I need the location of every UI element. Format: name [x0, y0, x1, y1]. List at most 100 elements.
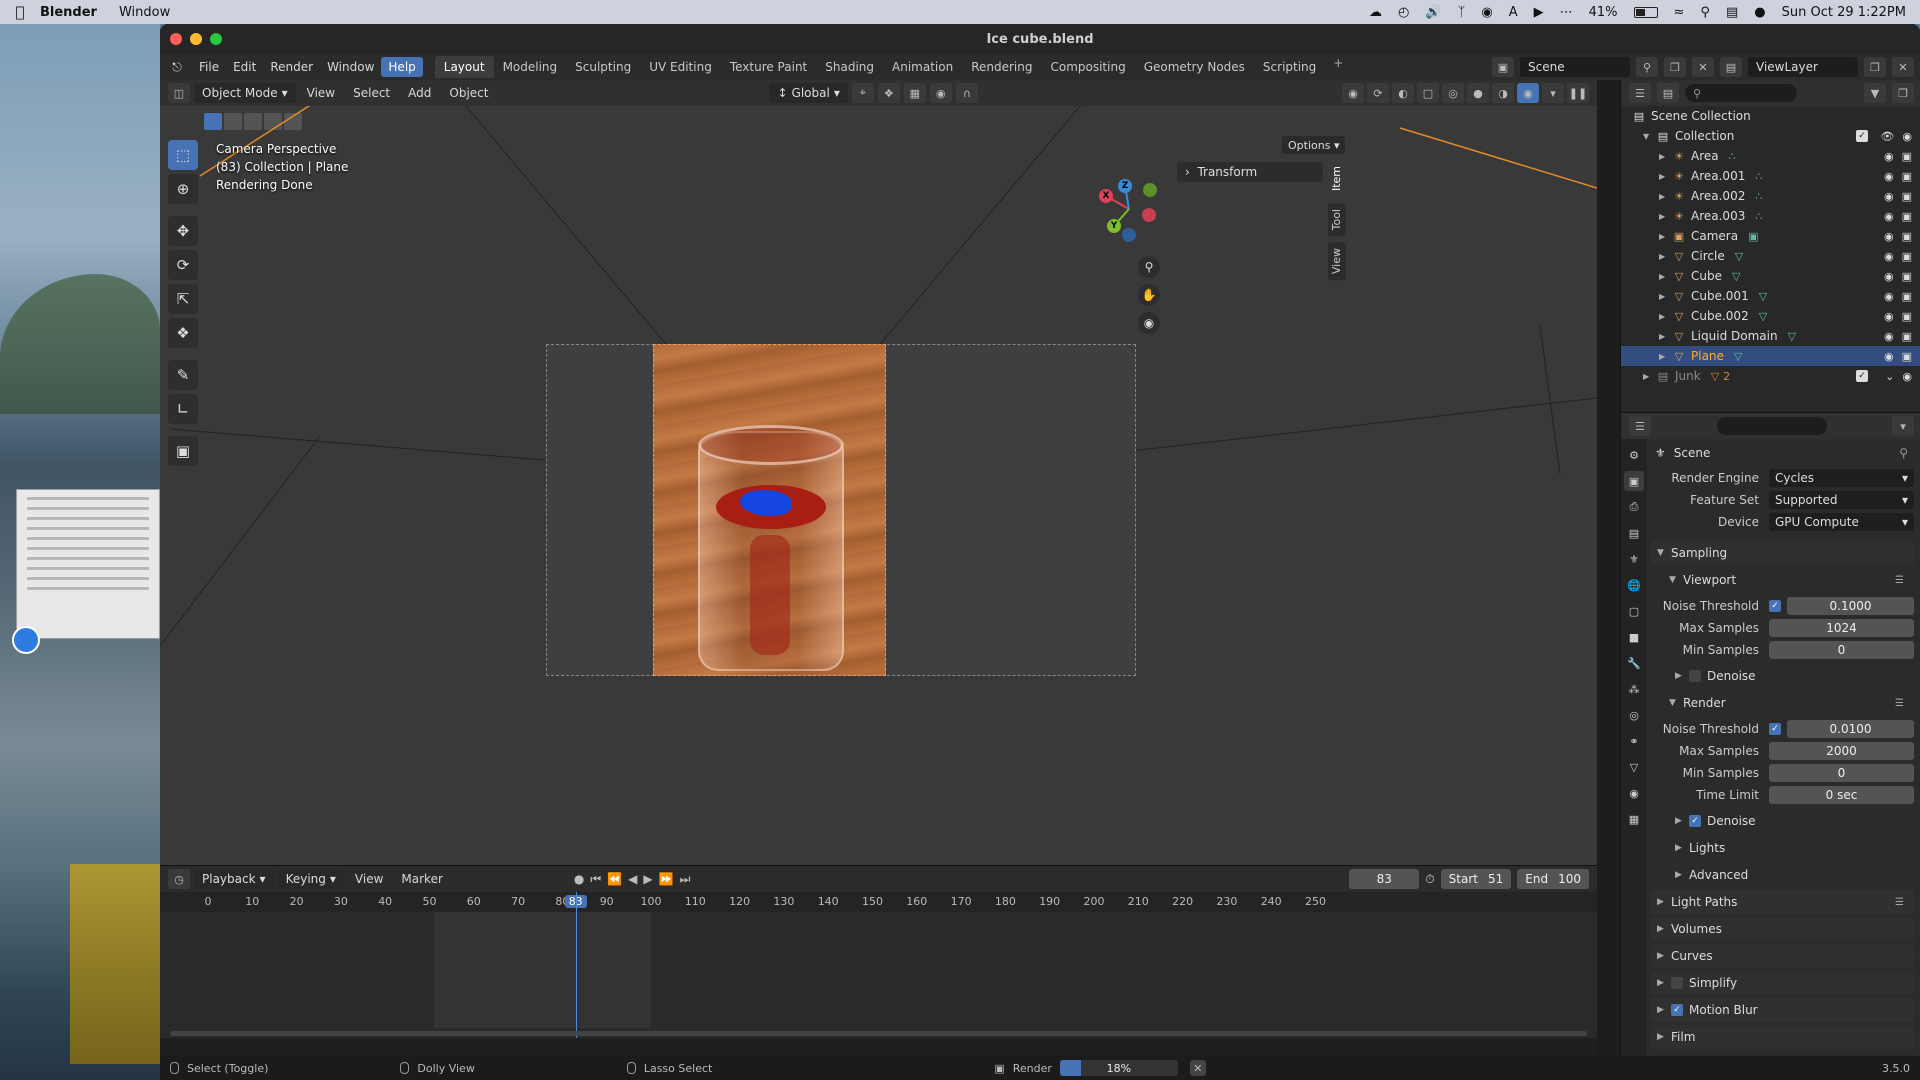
outliner-search-input[interactable]: ⚲	[1685, 84, 1797, 102]
tab-modeling[interactable]: Modeling	[494, 56, 567, 78]
gizmo-x-axis[interactable]: X	[1099, 189, 1113, 203]
modifier-tab-icon[interactable]: 🔧	[1624, 653, 1644, 673]
rendered-shading-icon[interactable]: ◉	[1517, 83, 1539, 103]
chevron-down-icon[interactable]: ▼	[1643, 132, 1655, 141]
render-camera-icon[interactable]: ▣	[1902, 350, 1912, 363]
menu-extras-icon[interactable]: ⋯	[1560, 5, 1573, 20]
navigation-gizmo[interactable]: X Z Y	[1094, 174, 1164, 244]
render-max-samples-field[interactable]: 2000	[1769, 742, 1914, 760]
chevron-right-icon[interactable]: ▶	[1643, 372, 1655, 381]
new-view-layer-icon[interactable]: ❐	[1864, 57, 1886, 77]
object-data-icons[interactable]: ∴	[1755, 170, 1762, 183]
film-panel-header[interactable]: ▶ Film	[1651, 1025, 1914, 1049]
render-noise-threshold-field[interactable]: 0.0100	[1787, 720, 1914, 738]
next-keyframe-icon[interactable]: ⏩	[659, 872, 674, 886]
chevron-right-icon[interactable]: ▶	[1659, 212, 1671, 221]
menu-window[interactable]: Window	[320, 57, 381, 77]
falloff-icon[interactable]: ∩	[955, 83, 978, 103]
zoom-window-button[interactable]	[210, 33, 222, 45]
render-denoise-header[interactable]: ▶ ✓ Denoise	[1651, 809, 1914, 833]
rendered-camera-view[interactable]	[653, 344, 886, 676]
object-data-icons[interactable]: ∴	[1755, 210, 1762, 223]
feature-set-dropdown[interactable]: Supported ▾	[1769, 491, 1914, 509]
eye-icon[interactable]: ◉	[1884, 210, 1894, 223]
filter-icon[interactable]: ▼	[1864, 83, 1886, 103]
tab-rendering[interactable]: Rendering	[962, 56, 1041, 78]
timeline-tracks[interactable]	[160, 892, 1597, 1038]
sidebar-tab-tool[interactable]: Tool	[1328, 203, 1346, 237]
blender-logo-icon[interactable]: ⎋	[166, 60, 188, 75]
jump-end-icon[interactable]: ⏭	[680, 872, 691, 887]
pause-render-icon[interactable]: ❚❚	[1567, 83, 1589, 103]
orientation-dropdown[interactable]: ↕ Global ▾	[769, 83, 848, 103]
eye-icon[interactable]: ◉	[1884, 330, 1894, 343]
play-icon[interactable]: ▶	[1534, 5, 1544, 20]
motion-blur-panel-header[interactable]: ▶ ✓ Motion Blur	[1651, 998, 1914, 1022]
eye-icon[interactable]: ◉	[1884, 350, 1894, 363]
render-tab-icon[interactable]: ▣	[1624, 471, 1644, 491]
prev-keyframe-icon[interactable]: ⏪	[607, 872, 622, 886]
playhead[interactable]	[575, 892, 577, 1038]
jump-start-icon[interactable]: ⏮	[590, 872, 601, 887]
viewport-max-samples-field[interactable]: 1024	[1769, 619, 1914, 637]
render-camera-icon[interactable]: ▣	[1902, 210, 1912, 223]
add-workspace-icon[interactable]: +	[1325, 56, 1351, 78]
chevron-right-icon[interactable]: ▶	[1659, 312, 1671, 321]
render-camera-icon[interactable]: ▣	[1902, 310, 1912, 323]
safari-icon[interactable]	[12, 626, 40, 654]
chevron-right-icon[interactable]: ▶	[1659, 252, 1671, 261]
annotate-tool-icon[interactable]: ✎	[168, 360, 198, 390]
particles-tab-icon[interactable]: ⁂	[1624, 679, 1644, 699]
current-frame-field[interactable]: 83	[1349, 869, 1420, 889]
spotlight-search-icon[interactable]: ⚲	[1700, 5, 1710, 20]
chevron-right-icon[interactable]: ▶	[1659, 152, 1671, 161]
select-box-tool-icon[interactable]: ⬚	[168, 140, 198, 170]
cursor-tool-icon[interactable]: ⊕	[168, 174, 198, 204]
object-data-icons[interactable]: ∴	[1755, 190, 1762, 203]
scene-tab-icon[interactable]: ⚜	[1624, 549, 1644, 569]
chevron-right-icon[interactable]: ▶	[1659, 352, 1671, 361]
frame-ruler[interactable]: 0 10 20 30 40 50 60 70 80 90 100 110 120 130 140 150 160…	[160, 892, 1597, 912]
viewport-denoise-header[interactable]: ▶ Denoise	[1651, 664, 1914, 688]
render-camera-icon[interactable]: ▣	[1902, 290, 1912, 303]
timeline-menu-view[interactable]: View	[348, 870, 390, 888]
render-denoise-checkbox[interactable]: ✓	[1689, 815, 1701, 827]
gizmo-y-axis[interactable]: Y	[1107, 219, 1121, 233]
properties-options-icon[interactable]: ▾	[1892, 416, 1914, 436]
measure-tool-icon[interactable]: ∟	[168, 394, 198, 424]
object-tab-icon[interactable]: ■	[1624, 627, 1644, 647]
camera-view-icon[interactable]: ◉	[1138, 312, 1160, 334]
chevron-right-icon[interactable]: ▶	[1659, 292, 1671, 301]
3d-viewport[interactable]: ◫ Object Mode ▾ View Select Add Object ↕ G…	[160, 80, 1597, 865]
transform-panel-header[interactable]: › Transform	[1177, 162, 1323, 182]
eye-icon[interactable]: ◉	[1884, 150, 1894, 163]
device-dropdown[interactable]: GPU Compute ▾	[1769, 513, 1914, 531]
presets-list-icon[interactable]: ☰	[1895, 575, 1904, 586]
mac-menu-window[interactable]: Window	[119, 5, 170, 20]
menu-render[interactable]: Render	[263, 57, 320, 77]
render-camera-icon[interactable]: ▣	[1902, 150, 1912, 163]
add-cube-tool-icon[interactable]: ▣	[168, 436, 198, 466]
viewport-noise-threshold-field[interactable]: 0.1000	[1787, 597, 1914, 615]
background-window-thumbnail[interactable]	[16, 489, 160, 639]
mode-dropdown[interactable]: Object Mode ▾	[194, 83, 296, 103]
record-icon[interactable]: ●	[574, 872, 584, 886]
window-titlebar[interactable]: Ice cube.blend	[160, 24, 1920, 54]
render-camera-icon[interactable]: ◉	[1902, 130, 1912, 143]
sidebar-tab-view[interactable]: View	[1328, 242, 1346, 281]
render-camera-icon[interactable]: ▣	[1902, 170, 1912, 183]
outliner-collection[interactable]: ▼ ▤ Collection ✓ 👁 ◉	[1621, 126, 1920, 146]
render-camera-icon[interactable]: ▣	[1902, 230, 1912, 243]
properties-editor-type-icon[interactable]: ☰	[1629, 416, 1651, 436]
timeline-scrollbar[interactable]	[170, 1031, 1587, 1036]
eye-icon[interactable]: ◉	[1884, 270, 1894, 283]
zoom-icon[interactable]: ⚲	[1138, 256, 1160, 278]
object-data-icons[interactable]: ▽	[1759, 310, 1767, 323]
options-dropdown[interactable]: Options ▾	[1282, 136, 1346, 154]
outliner-item-camera[interactable]: ▶ ▣ Camera ▣ ◉ ▣	[1621, 226, 1920, 246]
apple-icon[interactable]: 	[0, 3, 40, 21]
simplify-panel-header[interactable]: ▶ Simplify	[1651, 971, 1914, 995]
menu-edit[interactable]: Edit	[226, 57, 263, 77]
snap-icon[interactable]: ❖	[877, 83, 900, 103]
visibility-icon[interactable]: ◉	[1342, 83, 1364, 103]
